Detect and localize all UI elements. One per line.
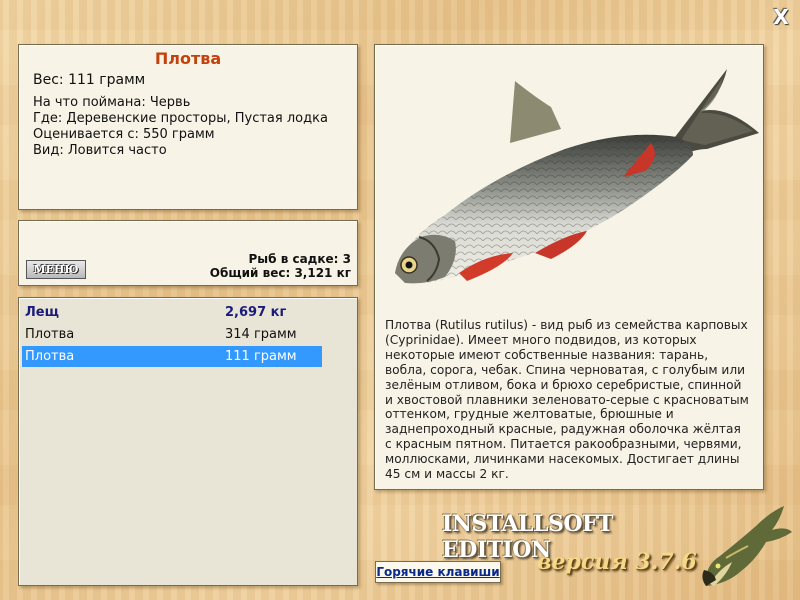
list-item[interactable]: Плотва 314 грамм xyxy=(22,324,322,345)
list-item-weight: 111 грамм xyxy=(225,349,297,364)
list-item-weight: 2,697 кг xyxy=(225,305,287,320)
fish-info-panel: Плотва Вес: 111 грамм На что поймана: Че… xyxy=(18,44,358,210)
pike-icon xyxy=(702,506,792,586)
fish-count: Рыб в садке: 3 xyxy=(248,252,352,266)
fish-weight: Вес: 111 грамм xyxy=(33,72,146,88)
close-button[interactable]: X xyxy=(771,7,791,27)
fish-description: Плотва (Rutilus rutilus) - вид рыб из се… xyxy=(385,318,749,482)
valued-from: Оценивается с: 550 грамм xyxy=(33,127,215,142)
fish-title: Плотва xyxy=(154,49,222,68)
list-item-name: Плотва xyxy=(25,327,75,342)
list-item-selected[interactable]: Плотва 111 грамм xyxy=(22,346,322,367)
hotkeys-button[interactable]: Горячие клавиши xyxy=(375,561,501,583)
roach-fish-image xyxy=(395,69,759,284)
catch-list[interactable]: Лещ 2,697 кг Плотва 314 грамм Плотва 111… xyxy=(18,297,358,586)
net-summary-panel: МЕНЮ Рыб в садке: 3 Общий вес: 3,121 кг xyxy=(18,220,358,286)
version-label: версия 3.7.6 xyxy=(537,549,697,575)
menu-button[interactable]: МЕНЮ xyxy=(26,260,86,279)
list-item-name: Плотва xyxy=(25,349,75,364)
list-item-name: Лещ xyxy=(25,305,59,320)
total-weight: Общий вес: 3,121 кг xyxy=(209,266,351,280)
caught-with: На что поймана: Червь xyxy=(33,95,191,110)
catch-frequency: Вид: Ловится часто xyxy=(33,143,167,158)
fish-description-panel: Плотва (Rutilus rutilus) - вид рыб из се… xyxy=(374,44,764,490)
caught-where: Где: Деревенские просторы, Пустая лодка xyxy=(33,111,328,126)
list-item-weight: 314 грамм xyxy=(225,327,297,342)
list-item[interactable]: Лещ 2,697 кг xyxy=(22,302,322,323)
